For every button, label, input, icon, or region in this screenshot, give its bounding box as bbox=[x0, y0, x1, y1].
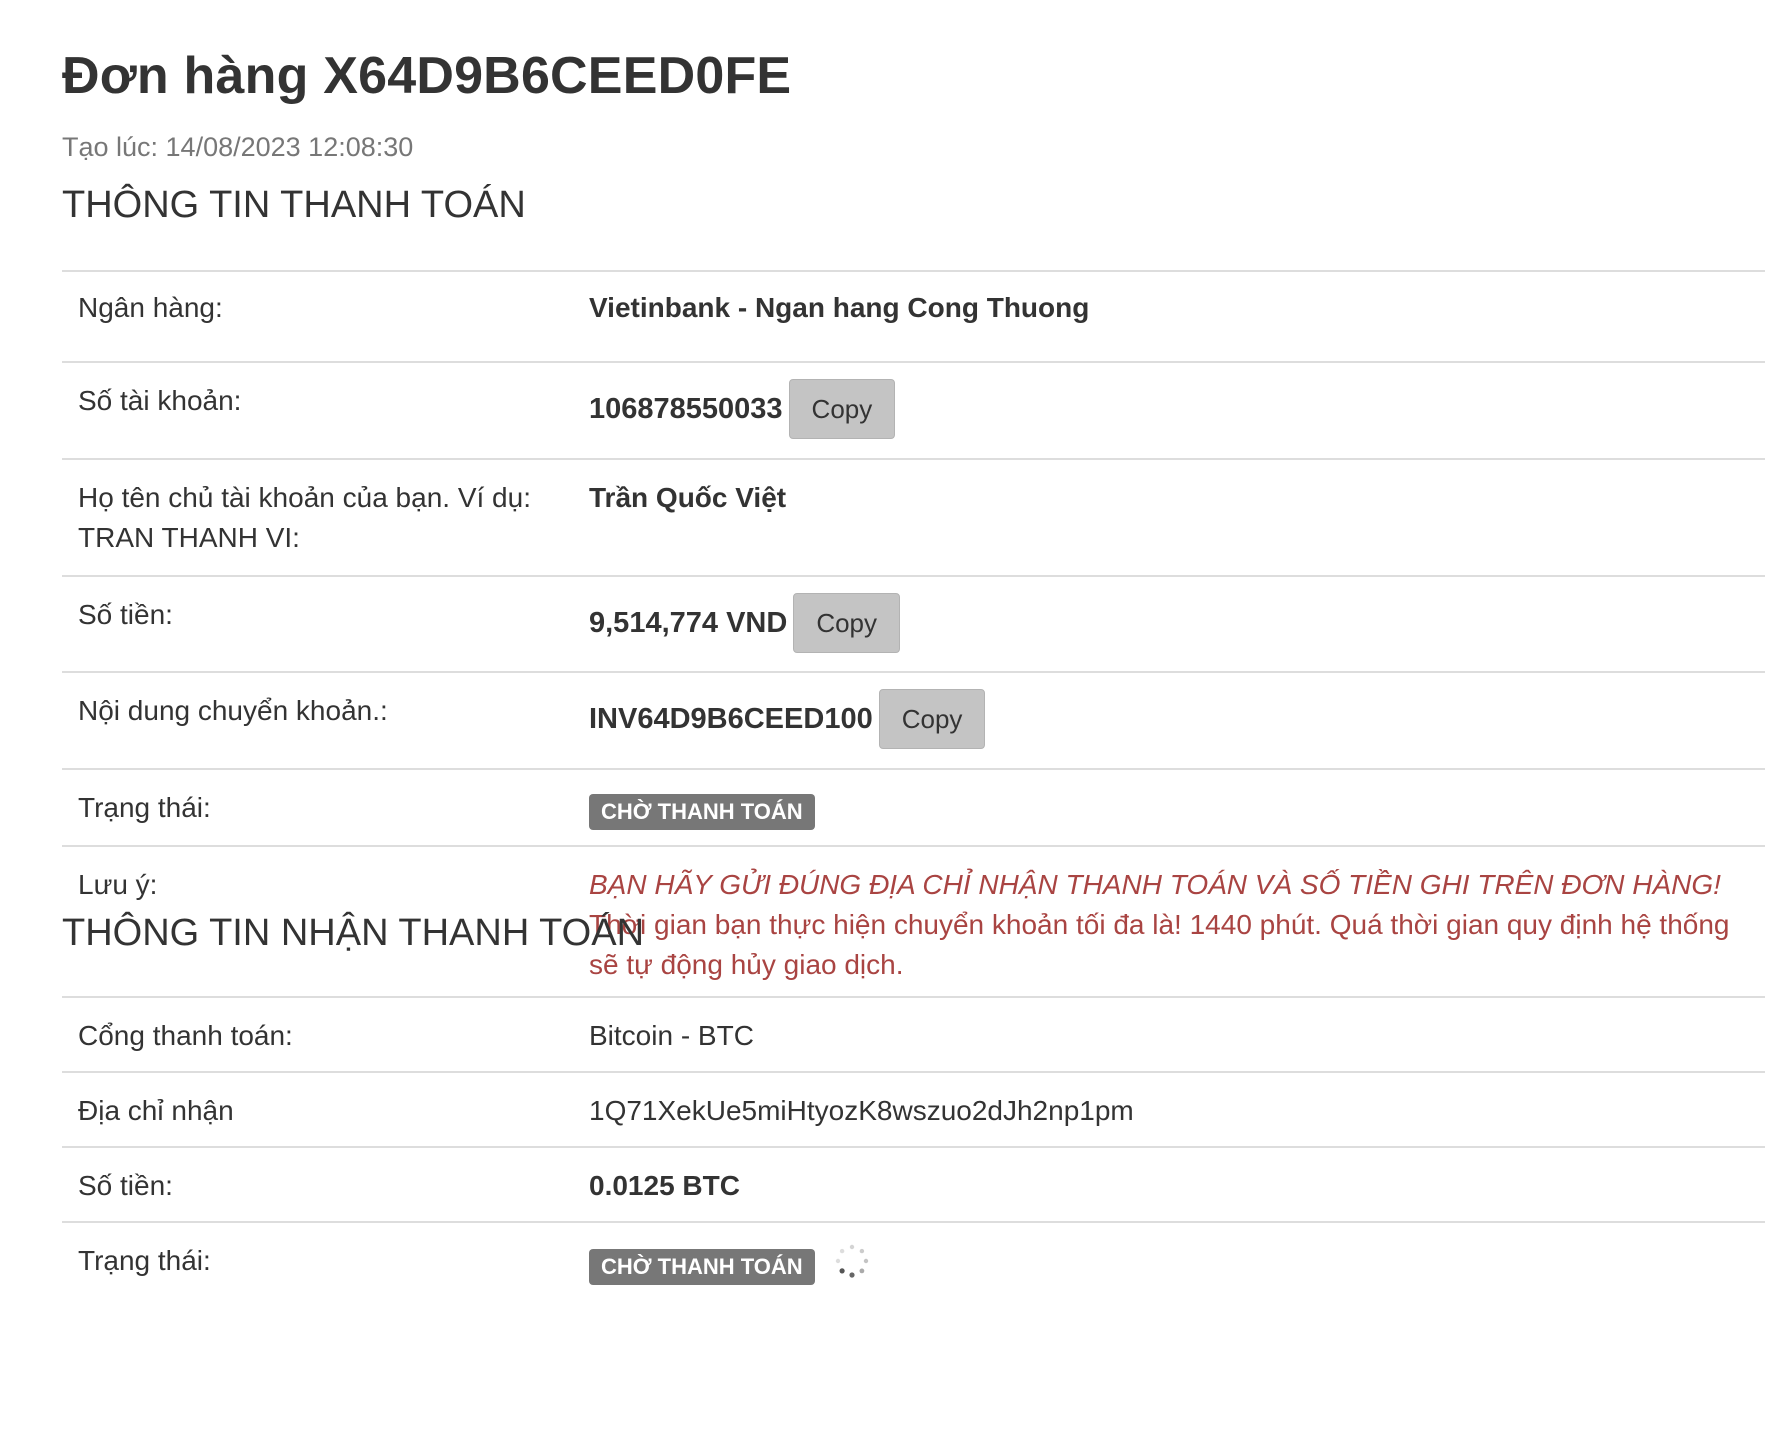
gateway-label: Cổng thanh toán: bbox=[62, 996, 573, 1072]
gateway-value: Bitcoin - BTC bbox=[573, 996, 1765, 1072]
table-row: Ngân hàng: Vietinbank - Ngan hang Cong T… bbox=[62, 270, 1765, 362]
table-row: Nội dung chuyển khoản.: INV64D9B6CEED100… bbox=[62, 671, 1765, 769]
table-row: Số tiền: 9,514,774 VND Copy bbox=[62, 575, 1765, 672]
status-badge: CHỜ THANH TOÁN bbox=[589, 793, 815, 830]
page-title: Đơn hàng X64D9B6CEED0FE bbox=[62, 47, 792, 105]
table-row: Họ tên chủ tài khoản của bạn. Ví dụ: TRA… bbox=[62, 458, 1765, 576]
note-warning: BẠN HÃY GỬI ĐÚNG ĐỊA CHỈ NHẬN THANH TOÁN… bbox=[589, 869, 1721, 900]
bank-value: Vietinbank - Ngan hang Cong Thuong bbox=[573, 270, 1765, 362]
btc-amount-label: Số tiền: bbox=[62, 1146, 573, 1222]
btc-amount-value: 0.0125 BTC bbox=[573, 1146, 1765, 1222]
status-label: Trạng thái: bbox=[62, 768, 573, 846]
receive-info-table: Cổng thanh toán: Bitcoin - BTC Địa chỉ n… bbox=[62, 996, 1765, 1311]
holder-label: Họ tên chủ tài khoản của bạn. Ví dụ: TRA… bbox=[62, 458, 573, 576]
table-row: Trạng thái: CHỜ THANH TOÁN bbox=[62, 768, 1765, 846]
loading-spinner-icon bbox=[834, 1243, 870, 1290]
address-value: 1Q71XekUe5miHtyozK8wszuo2dJh2np1pm bbox=[573, 1071, 1765, 1147]
note-text: Thời gian bạn thực hiện chuyển khoản tối… bbox=[589, 909, 1730, 980]
receive-status-label: Trạng thái: bbox=[62, 1221, 573, 1311]
table-row: Số tài khoản: 106878550033 Copy bbox=[62, 361, 1765, 459]
transfer-content-value: INV64D9B6CEED100 bbox=[589, 703, 873, 735]
transfer-content-label: Nội dung chuyển khoản.: bbox=[62, 671, 573, 769]
receive-info-heading: THÔNG TIN NHẬN THANH TOÁN bbox=[62, 912, 645, 954]
payment-info-table: Ngân hàng: Vietinbank - Ngan hang Cong T… bbox=[62, 270, 1765, 985]
receive-status-badge: CHỜ THANH TOÁN bbox=[589, 1248, 815, 1285]
holder-value: Trần Quốc Việt bbox=[573, 458, 1765, 576]
payment-info-heading: THÔNG TIN THANH TOÁN bbox=[62, 184, 526, 226]
copy-content-button[interactable]: Copy bbox=[878, 689, 986, 749]
table-row: Cổng thanh toán: Bitcoin - BTC bbox=[62, 996, 1765, 1072]
created-timestamp: Tạo lúc: 14/08/2023 12:08:30 bbox=[62, 132, 414, 162]
address-label: Địa chỉ nhận bbox=[62, 1071, 573, 1147]
bank-label: Ngân hàng: bbox=[62, 270, 573, 362]
account-number: 106878550033 bbox=[589, 393, 783, 425]
table-row: Địa chỉ nhận 1Q71XekUe5miHtyozK8wszuo2dJ… bbox=[62, 1071, 1765, 1147]
copy-amount-button[interactable]: Copy bbox=[793, 593, 901, 653]
amount-label: Số tiền: bbox=[62, 575, 573, 672]
amount-value: 9,514,774 VND bbox=[589, 607, 788, 639]
copy-account-button[interactable]: Copy bbox=[788, 379, 896, 439]
table-row: Trạng thái: CHỜ THANH TOÁN bbox=[62, 1221, 1765, 1311]
table-row: Số tiền: 0.0125 BTC bbox=[62, 1146, 1765, 1222]
account-label: Số tài khoản: bbox=[62, 361, 573, 459]
